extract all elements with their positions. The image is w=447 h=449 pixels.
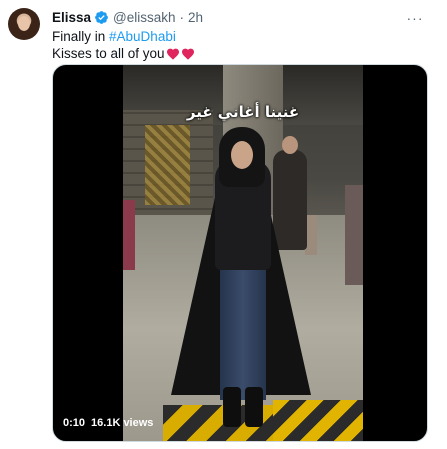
person-boot [223, 387, 241, 427]
scene-lit-panel [145, 125, 190, 205]
video-frame[interactable]: غنينا أغاني غير [123, 65, 363, 441]
person-jeans [220, 260, 266, 400]
video-stats: 0:10 16.1K views [63, 415, 153, 431]
tweet-text-prefix: Finally in [52, 29, 110, 44]
verified-badge-icon [95, 10, 108, 24]
background-person-edge [345, 185, 363, 285]
tweet-time[interactable]: 2h [188, 10, 203, 25]
background-person-head [282, 136, 298, 154]
author-handle[interactable]: @elissakh [113, 10, 175, 25]
background-person [273, 136, 307, 250]
tweet-text-line-2: Kisses to all of you [52, 45, 195, 62]
tweet-header: Elissa @elissakh · 2h [52, 9, 203, 25]
scene-hazard-stripe [273, 400, 363, 441]
video-duration: 0:10 [63, 417, 86, 429]
tweet[interactable]: Elissa @elissakh · 2h ··· Finally in #Ab… [0, 0, 447, 449]
separator-dot: · [179, 9, 185, 25]
avatar-face [18, 16, 30, 31]
red-heart-icon [181, 48, 194, 60]
author-name[interactable]: Elissa [52, 10, 91, 25]
person-face [231, 141, 253, 169]
tweet-text-line-1: Finally in #AbuDhabi [52, 28, 195, 45]
hashtag-link[interactable]: #AbuDhabi [109, 29, 176, 44]
red-heart-icon [166, 48, 179, 60]
tweet-text: Finally in #AbuDhabi Kisses to all of yo… [52, 28, 195, 62]
tweet-text-body: Kisses to all of you [52, 46, 165, 61]
video-caption-overlay: غنينا أغاني غير [186, 103, 300, 121]
video-player[interactable]: غنينا أغاني غير 0:10 16.1K views [52, 64, 428, 442]
person-boot [245, 387, 263, 427]
scene-bollard [123, 200, 135, 270]
video-view-count: 16.1K views [91, 417, 154, 429]
author-avatar[interactable] [8, 8, 40, 40]
more-options-icon[interactable]: ··· [405, 8, 425, 28]
